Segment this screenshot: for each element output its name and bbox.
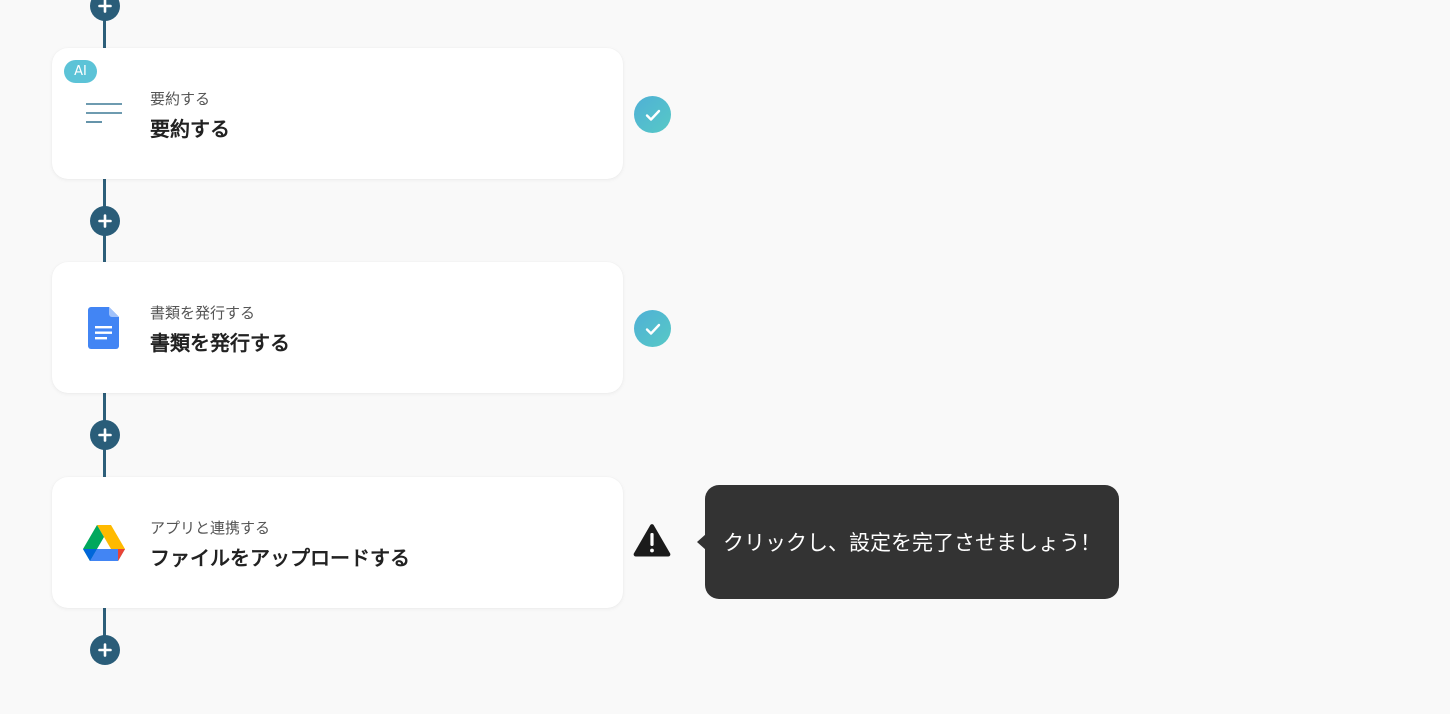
- step-subtitle: 書類を発行する: [150, 304, 256, 322]
- ai-badge: AI: [64, 60, 97, 83]
- step-title: ファイルをアップロードする: [150, 546, 410, 570]
- add-step-button[interactable]: [90, 0, 120, 21]
- summary-lines-icon: [82, 92, 126, 136]
- tooltip-text: クリックし、設定を完了させましょう！: [723, 531, 1101, 555]
- flow-canvas: AI 要約する 要約する 書類を発行する 書類を発行する アプリと連携する ファ…: [0, 0, 1450, 714]
- step-subtitle: アプリと連携する: [150, 519, 271, 537]
- google-docs-icon: [82, 306, 126, 350]
- step-card-issue-document[interactable]: 書類を発行する 書類を発行する: [52, 262, 623, 393]
- tooltip-arrow: [697, 534, 706, 550]
- plus-icon: [98, 214, 112, 228]
- plus-icon: [98, 0, 112, 13]
- step-title: 書類を発行する: [150, 331, 290, 355]
- add-step-button[interactable]: [90, 420, 120, 450]
- plus-icon: [98, 428, 112, 442]
- google-drive-icon: [82, 521, 126, 565]
- hint-tooltip: クリックし、設定を完了させましょう！: [697, 485, 1119, 599]
- status-complete-icon: [634, 96, 671, 133]
- step-card-summarize[interactable]: AI 要約する 要約する: [52, 48, 623, 179]
- add-step-button[interactable]: [90, 635, 120, 665]
- step-subtitle: 要約する: [150, 90, 211, 108]
- status-complete-icon: [634, 310, 671, 347]
- warning-icon: [633, 521, 671, 559]
- add-step-button[interactable]: [90, 206, 120, 236]
- step-title: 要約する: [150, 117, 230, 141]
- step-card-upload-file[interactable]: アプリと連携する ファイルをアップロードする: [52, 477, 623, 608]
- plus-icon: [98, 643, 112, 657]
